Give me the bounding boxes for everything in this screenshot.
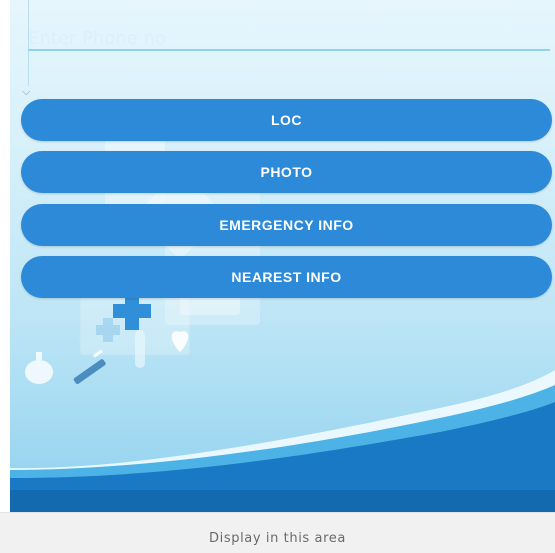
emergency-info-button[interactable]: EMERGENCY INFO [21, 204, 552, 246]
loc-button[interactable]: LOC [21, 99, 552, 141]
app-screen: ⌵ LOC PHOTO EMERGENCY INFO NEAREST INFO … [0, 0, 555, 553]
display-area-text: Display in this area [209, 531, 346, 546]
phone-input[interactable] [28, 24, 548, 52]
chevron-down-icon[interactable]: ⌵ [22, 86, 30, 97]
phone-input-underline [28, 49, 550, 51]
photo-button[interactable]: PHOTO [21, 151, 552, 193]
bottle-icon [25, 352, 53, 384]
nearest-info-button[interactable]: NEAREST INFO [21, 256, 552, 298]
